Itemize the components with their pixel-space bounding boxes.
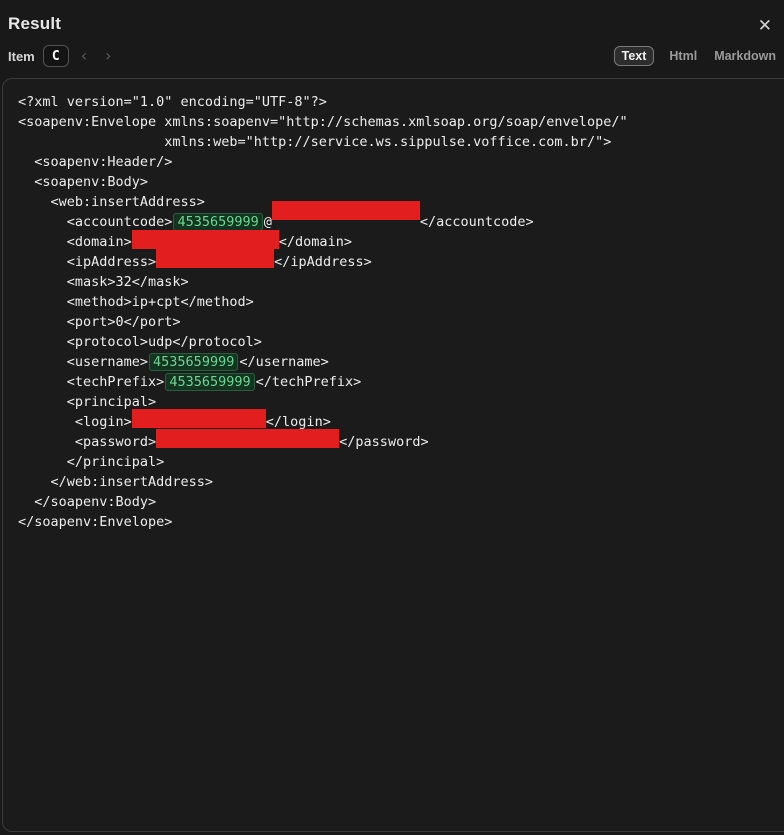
code-text: xmlns:web="http://service.ws.sippulse.vo…: [18, 134, 612, 150]
code-text: </accountcode>: [419, 214, 534, 230]
code-text: <password>: [18, 434, 157, 450]
code-line: <login> </login>: [18, 409, 784, 432]
code-line: <mask>32</mask>: [18, 272, 784, 292]
code-text: <soapenv:Body>: [18, 174, 149, 190]
code-line: <method>ip+cpt</method>: [18, 292, 784, 312]
redacted-value: [156, 249, 275, 268]
code-line: <?xml version="1.0" encoding="UTF-8"?>: [18, 92, 784, 112]
code-text: <port>0</port>: [18, 314, 181, 330]
chevron-left-icon[interactable]: ‹: [75, 48, 93, 64]
code-text: <method>ip+cpt</method>: [18, 294, 254, 310]
code-line: <soapenv:Header/>: [18, 152, 784, 172]
code-line: <password> </password>: [18, 429, 784, 452]
code-text: <mask>32</mask>: [18, 274, 189, 290]
code-text: <login>: [18, 414, 132, 430]
code-line: <username> 4535659999 </username>: [18, 352, 784, 372]
code-line: </soapenv:Envelope>: [18, 512, 784, 532]
code-text: <?xml version="1.0" encoding="UTF-8"?>: [18, 94, 327, 110]
page-title: Result: [8, 14, 62, 33]
code-text: </password>: [339, 434, 429, 450]
code-text: </principal>: [18, 454, 165, 470]
code-text: <principal>: [18, 394, 157, 410]
redacted-value: [156, 429, 340, 448]
code-line: </soapenv:Body>: [18, 492, 784, 512]
redacted-value: [131, 230, 279, 249]
code-line: </principal>: [18, 452, 784, 472]
code-line: <port>0</port>: [18, 312, 784, 332]
result-panel: <?xml version="1.0" encoding="UTF-8"?> <s…: [2, 78, 784, 832]
tab-markdown[interactable]: Markdown: [712, 46, 778, 66]
code-text: <accountcode>: [18, 214, 173, 230]
item-bar: Item C ‹ › Text Html Markdown: [8, 44, 778, 68]
code-text: <techPrefix>: [18, 374, 165, 390]
code-text: </soapenv:Body>: [18, 494, 157, 510]
redacted-value: [131, 409, 266, 428]
code-block: <?xml version="1.0" encoding="UTF-8"?> <s…: [3, 79, 784, 532]
tab-text[interactable]: Text: [613, 46, 655, 66]
code-text: <soapenv:Envelope xmlns:soapenv="http://…: [18, 114, 628, 130]
tab-html[interactable]: Html: [667, 46, 699, 66]
code-text: <domain>: [18, 234, 132, 250]
match-highlight: 4535659999: [173, 213, 263, 231]
code-line: xmlns:web="http://service.ws.sippulse.vo…: [18, 132, 784, 152]
match-highlight: 4535659999: [165, 373, 255, 391]
redacted-value: [271, 201, 420, 220]
code-line: <soapenv:Body>: [18, 172, 784, 192]
chevron-right-icon[interactable]: ›: [99, 48, 117, 64]
code-text: <web:insertAddress>: [18, 194, 205, 210]
header: Result ✕: [8, 14, 776, 37]
code-text: </username>: [239, 354, 329, 370]
code-text: @: [263, 214, 272, 230]
code-line: <ipAddress> </ipAddress>: [18, 249, 784, 272]
item-label: Item: [8, 48, 35, 64]
code-text: </web:insertAddress>: [18, 474, 214, 490]
code-text: <username>: [18, 354, 149, 370]
code-line: <soapenv:Envelope xmlns:soapenv="http://…: [18, 112, 784, 132]
code-line: <accountcode> 4535659999 @ </accountcode>: [18, 201, 784, 232]
code-line: <domain> </domain>: [18, 230, 784, 252]
code-text: </soapenv:Envelope>: [18, 514, 173, 530]
code-line: <protocol>udp</protocol>: [18, 332, 784, 352]
code-text: </domain>: [278, 234, 352, 250]
item-index-input[interactable]: C: [42, 45, 69, 67]
view-mode-tabs: Text Html Markdown: [613, 46, 778, 66]
code-text: <ipAddress>: [18, 254, 157, 270]
code-text: </login>: [265, 414, 331, 430]
code-line: </web:insertAddress>: [18, 472, 784, 492]
code-line: <techPrefix> 4535659999 </techPrefix>: [18, 372, 784, 392]
close-icon[interactable]: ✕: [754, 16, 776, 37]
match-highlight: 4535659999: [149, 353, 239, 371]
code-text: </techPrefix>: [255, 374, 362, 390]
code-text: <soapenv:Header/>: [18, 154, 173, 170]
code-text: </ipAddress>: [274, 254, 372, 270]
code-text: <protocol>udp</protocol>: [18, 334, 262, 350]
